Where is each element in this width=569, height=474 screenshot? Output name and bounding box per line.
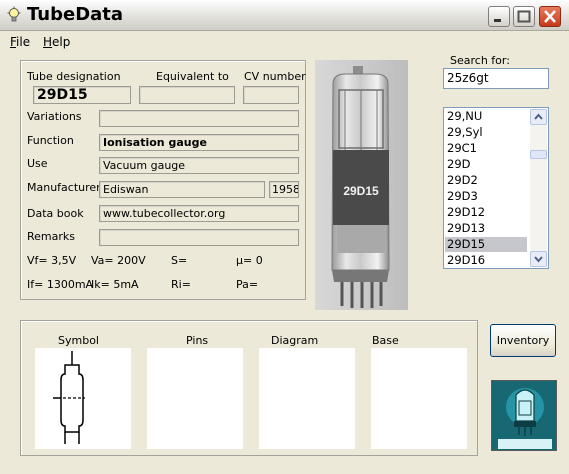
diagram-image (259, 348, 355, 449)
tube-logo-icon (492, 381, 556, 450)
tube-list[interactable]: 29,NU 29,Syl 29C1 29D 29D2 29D3 29D12 29… (443, 107, 549, 269)
use-label: Use (27, 157, 48, 170)
spec-va: Va= 200V (91, 254, 146, 267)
search-input[interactable]: 25z6gt (443, 68, 549, 89)
year-field[interactable]: 1958 (269, 181, 299, 198)
maximize-button[interactable] (513, 6, 535, 27)
minimize-button[interactable] (488, 6, 510, 27)
symbol-image (35, 348, 131, 449)
search-label: Search for: (450, 54, 510, 67)
spec-ri: Ri= (171, 278, 191, 291)
scroll-down-button[interactable] (530, 251, 547, 267)
menu-file[interactable]: File (10, 35, 30, 49)
maximize-icon (517, 10, 531, 23)
close-icon (544, 10, 556, 23)
list-item-selected[interactable]: 29D15 (445, 237, 527, 252)
variations-label: Variations (27, 110, 82, 123)
close-button[interactable] (539, 6, 561, 27)
window-title: TubeData (27, 4, 124, 25)
app-logo[interactable] (491, 380, 557, 451)
use-field[interactable]: Vacuum gauge (99, 157, 299, 174)
menu-help[interactable]: Help (43, 35, 70, 49)
menu-bar: File Help (0, 32, 569, 52)
list-item[interactable]: 29,Syl (445, 125, 527, 140)
variations-field[interactable] (99, 110, 299, 127)
spec-s: S= (171, 254, 188, 267)
equivalent-field[interactable] (139, 86, 235, 104)
tube-designation-field[interactable]: 29D15 (33, 86, 131, 104)
spec-mu: µ= 0 (236, 254, 263, 267)
spec-ik: Ik= 5mA (91, 278, 139, 291)
pins-image (147, 348, 243, 449)
list-item[interactable]: 29D2 (445, 173, 527, 188)
cv-number-field[interactable] (243, 86, 299, 104)
pins-label: Pins (186, 334, 209, 347)
function-field[interactable]: Ionisation gauge (99, 134, 299, 151)
tube-image: 29D15 (315, 60, 408, 310)
base-label: Base (372, 334, 399, 347)
list-item[interactable]: 29D16 (445, 253, 527, 268)
lightbulb-icon (7, 6, 21, 22)
base-image (371, 348, 467, 449)
data-book-label: Data book (27, 207, 84, 220)
equivalent-label: Equivalent to (156, 70, 229, 83)
remarks-label: Remarks (27, 230, 75, 243)
spec-if: If= 1300mA (27, 278, 94, 291)
list-item[interactable]: 29D3 (445, 189, 527, 204)
chevron-down-icon (534, 256, 543, 263)
title-bar[interactable]: TubeData (0, 0, 569, 31)
scroll-thumb[interactable] (530, 150, 547, 159)
diagram-label: Diagram (271, 334, 319, 347)
data-book-field[interactable]: www.tubecollector.org (99, 205, 299, 222)
minimize-icon (494, 19, 501, 22)
manufacturer-label: Manufacturer (27, 181, 101, 194)
list-item[interactable]: 29D (445, 157, 527, 172)
remarks-field[interactable] (99, 229, 299, 246)
manufacturer-field[interactable]: Ediswan (99, 181, 265, 198)
list-item[interactable]: 29D12 (445, 205, 527, 220)
list-scrollbar[interactable] (530, 109, 547, 267)
chevron-up-icon (534, 113, 543, 120)
scroll-up-button[interactable] (530, 109, 547, 125)
cv-number-label: CV number (244, 70, 306, 83)
tube-photo: 29D15 (315, 60, 408, 310)
list-item[interactable]: 29C1 (445, 141, 527, 156)
function-label: Function (27, 134, 74, 147)
list-item[interactable]: 29D13 (445, 221, 527, 236)
spec-vf: Vf= 3,5V (27, 254, 77, 267)
symbol-label: Symbol (58, 334, 99, 347)
tube-symbol-icon (53, 351, 85, 444)
spec-pa: Pa= (236, 278, 259, 291)
inventory-button[interactable]: Inventory (490, 324, 556, 357)
tube-print: 29D15 (343, 184, 379, 198)
tube-designation-label: Tube designation (27, 70, 121, 83)
list-item[interactable]: 29,NU (445, 109, 527, 124)
